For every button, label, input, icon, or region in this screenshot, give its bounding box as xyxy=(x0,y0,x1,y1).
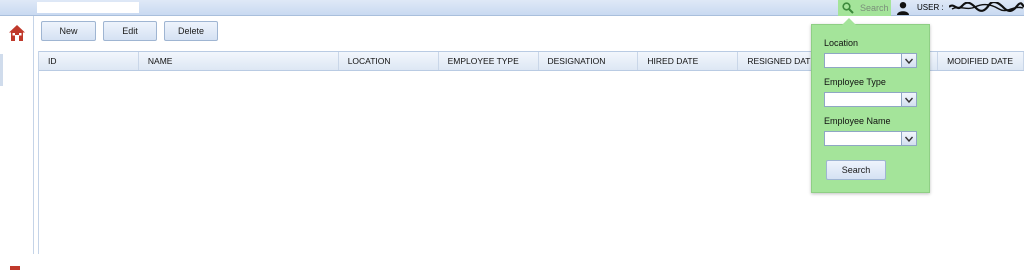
location-select[interactable] xyxy=(824,53,917,68)
rail-bottom-marker xyxy=(10,266,20,270)
search-panel-caret xyxy=(842,18,856,25)
chevron-down-icon[interactable] xyxy=(901,93,916,106)
column-header-hired-date[interactable]: HIRED DATE xyxy=(638,52,739,70)
search-toggle-button[interactable]: Search xyxy=(838,0,891,16)
search-panel: Location Employee Type Employee Name Sea… xyxy=(811,18,930,193)
chevron-down-icon[interactable] xyxy=(901,132,916,145)
magnifier-icon xyxy=(842,2,854,14)
redacted-username xyxy=(949,2,1024,12)
home-icon[interactable] xyxy=(8,24,26,42)
column-header-location[interactable]: LOCATION xyxy=(339,52,439,70)
column-header-designation[interactable]: DESIGNATION xyxy=(539,52,639,70)
column-header-id[interactable]: ID xyxy=(39,52,139,70)
search-toggle-label: Search xyxy=(860,3,889,13)
employee-type-select[interactable] xyxy=(824,92,917,107)
rail-selection-marker xyxy=(0,54,3,86)
column-header-modified-date[interactable]: MODIFIED DATE xyxy=(938,52,1024,70)
user-icon xyxy=(897,1,909,15)
user-label: USER : xyxy=(917,3,944,12)
new-button[interactable]: New xyxy=(41,21,96,41)
edit-button[interactable]: Edit xyxy=(103,21,157,41)
search-button[interactable]: Search xyxy=(826,160,886,180)
employee-type-label: Employee Type xyxy=(824,77,886,87)
location-label: Location xyxy=(824,38,859,48)
left-rail xyxy=(0,16,34,270)
app-title-box xyxy=(37,2,139,13)
column-header-name[interactable]: NAME xyxy=(139,52,339,70)
chevron-down-icon[interactable] xyxy=(901,54,916,67)
delete-button[interactable]: Delete xyxy=(164,21,218,41)
employee-name-select[interactable] xyxy=(824,131,917,146)
employee-name-label: Employee Name xyxy=(824,116,891,126)
top-bar: Search USER : xyxy=(0,0,1024,16)
column-header-employee-type[interactable]: EMPLOYEE TYPE xyxy=(439,52,539,70)
toolbar: New Edit Delete xyxy=(41,21,218,41)
